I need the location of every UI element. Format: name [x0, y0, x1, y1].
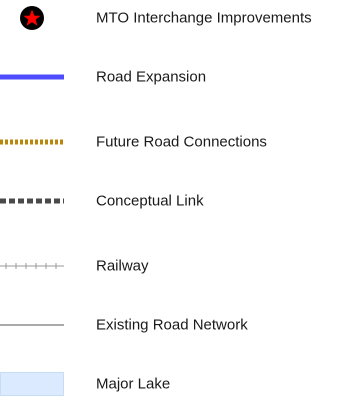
thin-gray-line-symbol: [0, 307, 64, 343]
legend-item-conceptual-link: Conceptual Link: [0, 183, 360, 219]
legend-label-major-lake: Major Lake: [96, 375, 171, 393]
legend-label-railway: Railway: [96, 257, 149, 275]
legend-label-existing-road-network: Existing Road Network: [96, 316, 248, 334]
red-star-in-black-circle-icon: [0, 0, 64, 36]
legend-item-existing-road-network: Existing Road Network: [0, 307, 360, 343]
light-blue-box-symbol: [0, 366, 64, 402]
legend-label-road-expansion: Road Expansion: [96, 68, 207, 86]
legend-item-future-road-connections: Future Road Connections: [0, 124, 360, 160]
legend-item-road-expansion: Road Expansion: [0, 59, 360, 95]
railway-line-symbol: [0, 248, 64, 284]
legend-item-interchange-improvements: MTO Interchange Improvements: [0, 0, 360, 36]
legend-item-railway: Railway: [0, 248, 360, 284]
legend-label-interchange-improvements: MTO Interchange Improvements: [96, 9, 312, 27]
dark-gray-dashed-line-symbol: [0, 183, 64, 219]
gold-dashed-line-symbol: [0, 124, 64, 160]
solid-blue-line-symbol: [0, 59, 64, 95]
legend-label-future-road-connections: Future Road Connections: [96, 133, 267, 151]
map-legend: MTO Interchange Improvements Road Expans…: [0, 0, 360, 398]
legend-label-conceptual-link: Conceptual Link: [96, 192, 204, 210]
legend-item-major-lake: Major Lake: [0, 366, 360, 402]
